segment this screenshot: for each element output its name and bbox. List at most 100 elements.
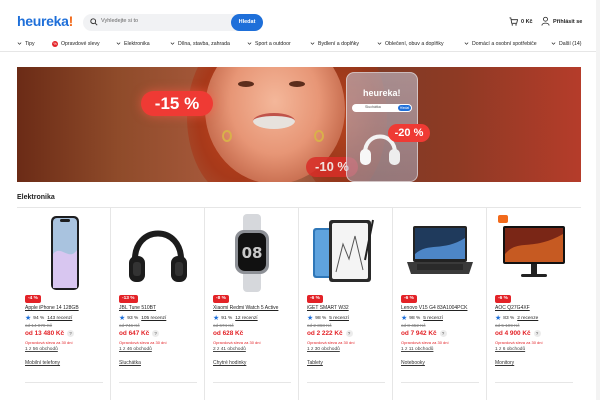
login-link[interactable]: Přihlásit se [553,19,582,25]
info-icon[interactable]: ? [345,330,353,337]
product-card[interactable]: -4 % Apple iPhone 14 128GB ★ 94 % 143 rece… [17,208,111,400]
nav-item-tipy[interactable]: Tipy [17,41,35,47]
product-name[interactable]: Lenovo V15 G4 83A1004PCK [401,305,483,311]
nav-item-obleceni[interactable]: Oblečení, obuv a doplňky [377,41,444,47]
rating-value: 98 % [409,316,421,321]
nav-item-elektronika[interactable]: Elektronika [116,41,150,47]
price-value: od 13 480 Kč [25,330,65,337]
discount-note: Opravdová sleva za 30 dní [25,340,73,345]
info-icon[interactable]: ? [67,330,75,337]
product-name[interactable]: Apple iPhone 14 128GB [25,305,107,311]
logo-bang: ! [68,13,74,29]
rating-value: 93 % [127,316,139,321]
product-card[interactable]: -6 % iGET SMART W32 ★ 98 % 5 recenzí od 2 … [299,208,393,400]
scrollbar[interactable] [596,0,600,400]
nav-item-sport[interactable]: Sport a outdoor [247,41,291,47]
nav-item-dalsi[interactable]: Další (14) [551,41,582,47]
headphones-image [129,230,187,282]
card-divider [119,382,197,383]
card-divider [213,382,291,383]
nav-label: Elektronika [124,41,150,47]
category-link[interactable]: Notebooky [401,360,425,366]
old-price: od 5 199 Kč [495,323,520,328]
category-nav: Tipy % Opravdové slevy Elektronika Dílna,… [0,38,600,52]
search-icon [90,18,98,26]
price-value: od 7 942 Kč [401,330,437,337]
search-button[interactable]: Hledat [231,14,263,31]
product-grid: -4 % Apple iPhone 14 128GB ★ 94 % 143 rece… [17,207,581,400]
promo-banner[interactable]: -15 % -10 % heureka! Sluchátka Hledat -2… [17,67,581,182]
star-icon: ★ [213,315,220,322]
info-icon[interactable]: ? [533,330,541,337]
nav-label: Bydlení a doplňky [318,41,359,47]
product-name[interactable]: AOC Q27G4XF [495,305,577,311]
banner-discount-big: -15 % [141,91,213,116]
info-icon[interactable]: ? [152,330,160,337]
shops-link[interactable]: 1 z 11 obchodů [401,347,433,352]
nav-item-bydleni[interactable]: Bydlení a doplňky [310,41,359,47]
old-price: od 746 Kč [119,323,140,328]
old-price: od 8 452 Kč [401,323,426,328]
section-title: Elektronika [17,194,55,201]
user-icon[interactable] [541,16,550,26]
reviews-link[interactable]: 12 recenzí [235,316,257,321]
product-name[interactable]: iGET SMART W32 [307,305,389,311]
discount-badge: -8 % [213,295,229,303]
shops-link[interactable]: 1 z 6 obchodů [495,347,525,352]
card-divider [25,382,103,383]
product-rating: ★ 91 % 12 recenzí [213,314,258,322]
nav-item-spotrebice[interactable]: Domácí a osobní spotřebiče [464,41,537,47]
product-name[interactable]: Xiaomi Redmi Watch 5 Active [213,305,295,311]
logo-text: heureka [17,13,69,29]
shops-link[interactable]: 1 z 56 obchodů [25,347,58,352]
product-card[interactable]: -13 % JBL Tune 510BT ★ 93 % 105 recenzí od… [111,208,205,400]
product-price: od 2 222 Kč? [307,330,353,337]
nav-item-opravdove-slevy[interactable]: % Opravdové slevy [52,41,100,47]
category-link[interactable]: Mobilní telefony [25,360,60,366]
cart-icon[interactable] [509,17,518,26]
category-link[interactable]: Chytré hodinky [213,360,246,366]
category-link[interactable]: Tablety [307,360,323,366]
shops-link[interactable]: 2 z 41 obchodů [213,347,246,352]
category-link[interactable]: Monitory [495,360,514,366]
nav-item-dilna[interactable]: Dílna, stavba, zahrada [170,41,230,47]
info-icon[interactable]: ? [439,330,447,337]
price-value: od 628 Kč [213,330,244,337]
heureka-logo[interactable]: heureka! [17,13,73,29]
shops-link[interactable]: 1 z 46 obchodů [119,347,152,352]
banner-phone-search-text: Sluchátka [365,105,381,109]
category-link[interactable]: Sluchátka [119,360,141,366]
product-price: od 4 900 Kč? [495,330,541,337]
search-placeholder: Vyhledejte si to [101,18,139,24]
banner-earring-right [314,130,324,142]
reviews-link[interactable]: 143 recenzí [47,316,72,321]
chevron-down-icon [116,42,121,45]
monitor-image [503,226,565,277]
product-name[interactable]: JBL Tune 510BT [119,305,201,311]
discount-badge: -6 % [495,295,511,303]
discount-badge: -4 % [25,295,41,303]
product-card[interactable]: -6 % Lenovo V15 G4 83A1004PCK ★ 98 % 5 rec… [393,208,487,400]
card-divider [495,382,573,383]
cart-price[interactable]: 0 Kč [521,19,533,25]
rating-value: 94 % [33,316,45,321]
shops-link[interactable]: 1 z 30 obchodů [307,347,340,352]
reviews-link[interactable]: 5 recenzí [423,316,443,321]
rating-value: 83 % [503,316,515,321]
reviews-link[interactable]: 2 recenze [517,316,538,321]
iphone-image [51,216,79,290]
banner-phone-search: Sluchátka Hledat [352,104,412,112]
star-icon: ★ [495,315,502,322]
reviews-link[interactable]: 105 recenzí [141,316,166,321]
reviews-link[interactable]: 5 recenzí [329,316,349,321]
nav-label: Domácí a osobní spotřebiče [472,41,537,47]
nav-label: Opravdové slevy [61,41,100,47]
header: heureka! Vyhledejte si to Hledat 0 Kč Př… [0,0,600,38]
star-icon: ★ [401,315,408,322]
banner-phone-logo: heureka! [363,88,401,98]
tablet-image [313,219,374,282]
product-card[interactable]: -6 % AOC Q27G4XF ★ 83 % 2 recenze od 5 199… [487,208,581,400]
product-card[interactable]: 08 -8 % Xiaomi Redmi Watch 5 Active ★ 91 … [205,208,299,400]
banner-eye-left [238,81,254,87]
svg-text:08: 08 [242,244,263,262]
